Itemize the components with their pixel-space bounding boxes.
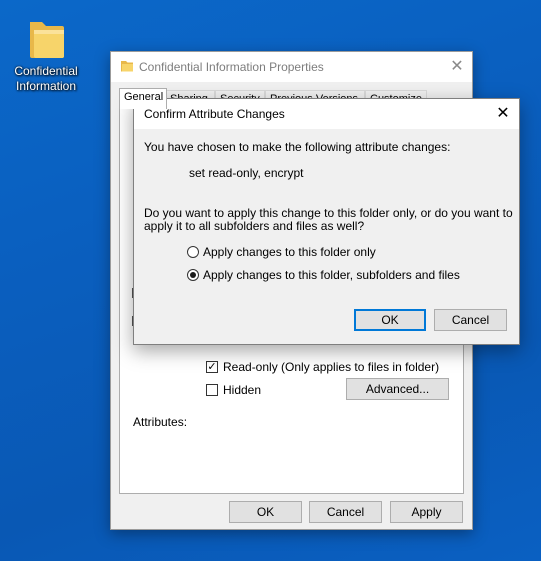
radio-folder-subfolders-files-label[interactable]: Apply changes to this folder, subfolders…	[203, 268, 460, 282]
properties-title: Confidential Information Properties	[139, 60, 324, 74]
apply-button[interactable]: Apply	[390, 501, 463, 523]
attributes-label: Attributes:	[133, 415, 188, 429]
dialog-titlebar[interactable]: Confirm Attribute Changes ✕	[134, 99, 519, 129]
desktop-folder-shortcut[interactable]: Confidential Information	[8, 16, 84, 94]
dialog-question-line1: Do you want to apply this change to this…	[144, 206, 513, 220]
dialog-changes-text: set read-only, encrypt	[189, 166, 304, 180]
radio-selected-icon	[190, 272, 196, 278]
advanced-button[interactable]: Advanced...	[346, 378, 449, 400]
radio-folder-only-label[interactable]: Apply changes to this folder only	[203, 245, 376, 259]
folder-icon	[30, 22, 64, 58]
ok-button[interactable]: OK	[229, 501, 302, 523]
desktop-icon-label-line2: Information	[15, 79, 77, 93]
folder-icon	[121, 61, 133, 72]
tab-general[interactable]: General	[119, 88, 167, 109]
dialog-title: Confirm Attribute Changes	[144, 107, 285, 121]
dialog-ok-button[interactable]: OK	[354, 309, 426, 331]
readonly-label: Read-only (Only applies to files in fold…	[223, 360, 440, 374]
hidden-label: Hidden	[223, 383, 262, 397]
hidden-checkbox[interactable]	[206, 384, 218, 396]
dialog-intro-text: You have chosen to make the following at…	[144, 140, 451, 154]
dialog-question-line2: apply it to all subfolders and files as …	[144, 219, 365, 233]
desktop-icon-label-line1: Confidential	[14, 64, 78, 78]
readonly-checkbox[interactable]: ✓	[206, 361, 218, 373]
close-icon[interactable]: ✕	[487, 99, 519, 129]
properties-titlebar[interactable]: Confidential Information Properties ✕	[111, 52, 472, 82]
confirm-attribute-dialog: Confirm Attribute Changes ✕ You have cho…	[133, 98, 520, 345]
checkbox-checked-icon: ✓	[207, 361, 217, 373]
radio-folder-subfolders-files[interactable]	[187, 269, 199, 281]
dialog-cancel-button[interactable]: Cancel	[434, 309, 507, 331]
close-icon[interactable]: ✕	[442, 52, 472, 82]
cancel-button[interactable]: Cancel	[309, 501, 382, 523]
radio-folder-only[interactable]	[187, 246, 199, 258]
